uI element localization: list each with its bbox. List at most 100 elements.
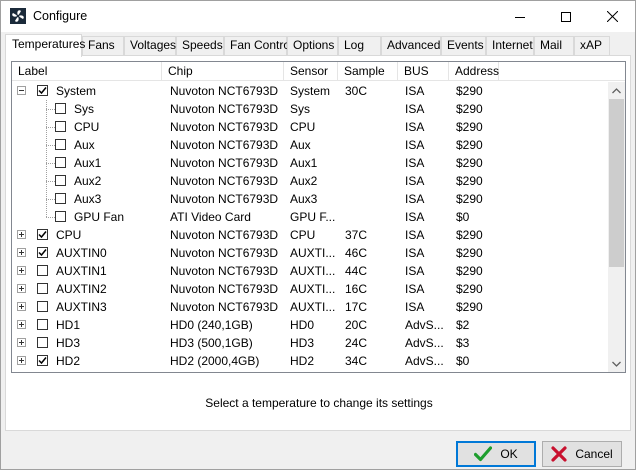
sensor-checkbox[interactable] [55,139,66,150]
sensor-row[interactable]: AUXTIN0 Nuvoton NCT6793D AUXTI... 46C ISA $29… [12,244,609,262]
sensor-row[interactable]: HD2 HD2 (2000,4GB) HD2 34C AdvS... $0 [12,352,609,370]
tab-mail[interactable]: Mail [534,36,574,56]
sensor-row[interactable]: GPU Fan ATI Video Card GPU F... ISA $0 [12,208,609,226]
cell-label: AUXTIN2 [56,282,107,296]
ok-button[interactable]: OK [456,441,536,467]
tab-temperatures[interactable]: Temperatures [5,34,85,57]
cell-sample: 46C [345,246,368,260]
cell-address: $0 [456,354,470,368]
cell-sensor: Sys [290,102,311,116]
cell-address: $290 [456,264,483,278]
sensor-row[interactable]: Sys Nuvoton NCT6793D Sys ISA $290 [12,100,609,118]
cell-sample: 17C [345,300,368,314]
column-header-address[interactable]: Address [449,62,499,81]
close-button[interactable] [589,1,635,32]
cell-address: $2 [456,318,470,332]
cell-bus: ISA [405,120,425,134]
chevron-up-icon [612,87,621,93]
tab-events[interactable]: Events [441,36,486,56]
tab-internet[interactable]: Internet [486,36,534,56]
sensor-row[interactable]: Aux2 Nuvoton NCT6793D Aux2 ISA $290 [12,172,609,190]
cell-sample [345,208,397,226]
checkmark-icon [38,231,47,239]
cell-sample: 20C [345,318,368,332]
sensor-checkbox[interactable] [37,355,48,366]
sensor-row[interactable]: HD3 HD3 (500,1GB) HD3 24C AdvS... $3 [12,334,609,352]
tab-xap[interactable]: xAP [574,36,610,56]
cell-bus: ISA [405,174,425,188]
cell-sensor: AUXTI... [290,264,336,278]
tab-fan-control[interactable]: Fan Control [224,36,293,56]
collapse-minus-icon[interactable] [17,86,26,95]
sensor-checkbox[interactable] [37,85,48,96]
sensor-row[interactable]: Aux1 Nuvoton NCT6793D Aux1 ISA $290 [12,154,609,172]
sensor-checkbox[interactable] [37,319,48,330]
sensor-row[interactable]: AUXTIN2 Nuvoton NCT6793D AUXTI... 16C ISA $29… [12,280,609,298]
sensor-checkbox[interactable] [55,121,66,132]
cell-chip: Nuvoton NCT6793D [170,300,279,314]
sensor-checkbox[interactable] [55,175,66,186]
sensor-row[interactable]: AUXTIN1 Nuvoton NCT6793D AUXTI... 44C ISA $29… [12,262,609,280]
sensor-row[interactable]: Aux Nuvoton NCT6793D Aux ISA $290 [12,136,609,154]
sensor-checkbox[interactable] [55,103,66,114]
sensor-row[interactable]: Aux3 Nuvoton NCT6793D Aux3 ISA $290 [12,190,609,208]
maximize-button[interactable] [543,1,589,32]
sensor-checkbox[interactable] [55,211,66,222]
sensor-checkbox[interactable] [55,193,66,204]
minimize-button[interactable] [497,1,543,32]
column-header-bus[interactable]: BUS [398,62,449,81]
tab-speeds[interactable]: Speeds [176,36,224,56]
cell-bus: ISA [405,300,425,314]
column-header-chip[interactable]: Chip [162,62,284,81]
sensor-row[interactable]: System Nuvoton NCT6793D System 30C ISA $290 [12,82,609,100]
tab-log[interactable]: Log [338,36,381,56]
tab-options[interactable]: Options [287,36,338,56]
scroll-down-button[interactable] [608,355,625,372]
sensor-checkbox[interactable] [37,337,48,348]
column-header-label[interactable]: Label [12,62,162,81]
expand-plus-icon[interactable] [17,230,26,239]
expand-plus-icon[interactable] [17,284,26,293]
cell-sensor: Aux3 [290,192,318,206]
cell-label: HD2 [56,354,81,368]
window-title: Configure [33,9,88,23]
expand-plus-icon[interactable] [17,338,26,347]
vertical-scrollbar[interactable] [608,82,625,372]
tab-fans[interactable]: Fans [82,36,124,56]
expand-plus-icon[interactable] [17,356,26,365]
tab-advanced[interactable]: Advanced [381,36,441,56]
cell-sensor: HD3 [290,336,315,350]
column-header-sample[interactable]: Sample [338,62,398,81]
sensor-checkbox[interactable] [37,265,48,276]
sensor-rows: System Nuvoton NCT6793D System 30C ISA $290 Sy… [12,82,609,372]
tree-branch-line [46,145,55,146]
cell-bus: AdvS... [405,318,444,332]
sensor-row[interactable]: CPU Nuvoton NCT6793D CPU ISA $290 [12,118,609,136]
cell-sensor: Aux [290,138,311,152]
sensor-checkbox[interactable] [37,247,48,258]
column-header-sensor[interactable]: Sensor [284,62,338,81]
tree-branch-line [46,217,55,218]
sensor-checkbox[interactable] [37,283,48,294]
cell-chip: Nuvoton NCT6793D [170,102,279,116]
cell-chip: Nuvoton NCT6793D [170,228,279,242]
scroll-thumb[interactable] [609,99,624,267]
sensor-row[interactable]: AUXTIN3 Nuvoton NCT6793D AUXTI... 17C ISA $29… [12,298,609,316]
sensor-row[interactable]: CPU Nuvoton NCT6793D CPU 37C ISA $290 [12,226,609,244]
expand-plus-icon[interactable] [17,248,26,257]
scroll-up-button[interactable] [608,82,625,99]
sensor-checkbox[interactable] [37,301,48,312]
sensor-tree-list[interactable]: Label Chip Sensor Sample BUS Address System Nu… [11,61,626,373]
tab-voltages[interactable]: Voltages [124,36,176,56]
cell-address: $290 [456,192,483,206]
sensor-row[interactable]: HD1 HD0 (240,1GB) HD0 20C AdvS... $2 [12,316,609,334]
cancel-button[interactable]: Cancel [542,441,622,467]
cell-sample [345,190,397,208]
sensor-checkbox[interactable] [37,229,48,240]
cell-address: $290 [456,228,483,242]
expand-plus-icon[interactable] [17,320,26,329]
cell-bus: ISA [405,246,425,260]
sensor-checkbox[interactable] [55,157,66,168]
expand-plus-icon[interactable] [17,266,26,275]
expand-plus-icon[interactable] [17,302,26,311]
